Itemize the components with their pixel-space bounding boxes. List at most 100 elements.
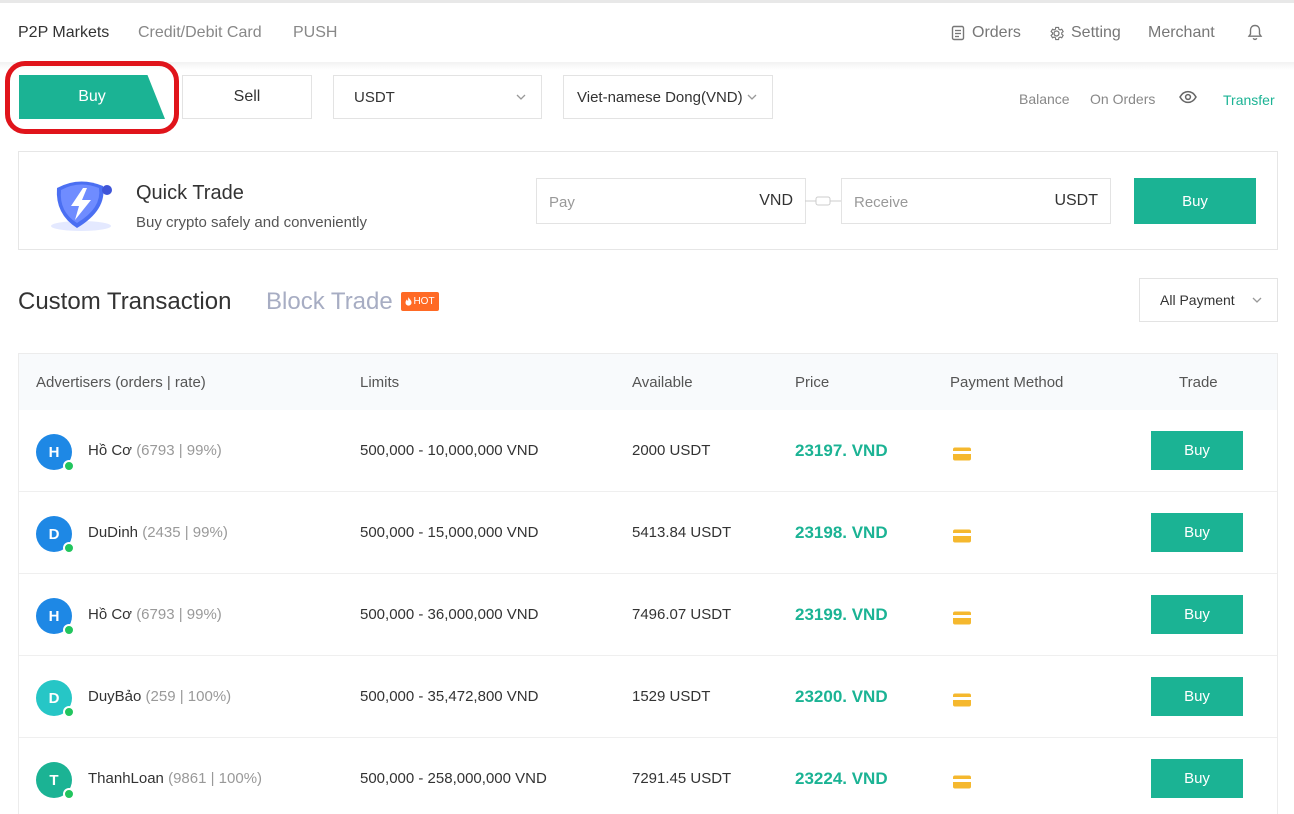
online-status-dot xyxy=(63,460,75,472)
table-row: D DuyBảo (259 | 100%) 500,000 - 35,472,800… xyxy=(19,656,1277,738)
advertiser[interactable]: Hồ Cơ (6793 | 99%) xyxy=(88,606,222,623)
row-buy-button[interactable]: Buy xyxy=(1151,513,1243,552)
advertiser-stats: (9861 | 100%) xyxy=(168,770,263,787)
avatar-initial: D xyxy=(48,525,60,543)
fiat-select[interactable]: Viet-namese Dong(VND) xyxy=(563,75,773,119)
row-buy-button[interactable]: Buy xyxy=(1151,431,1243,470)
fiat-select-value: Viet-namese Dong(VND) xyxy=(577,88,743,106)
top-nav: P2P Markets Credit/Debit Card PUSH Order… xyxy=(0,0,1294,62)
receive-currency: USDT xyxy=(1054,192,1098,209)
payment-filter-select[interactable]: All Payment xyxy=(1139,278,1278,322)
advertiser[interactable]: DuDinh (2435 | 99%) xyxy=(88,524,228,541)
advertiser[interactable]: DuyBảo (259 | 100%) xyxy=(88,688,231,705)
hot-label: HOT xyxy=(413,296,435,307)
available-cell: 7496.07 USDT xyxy=(632,606,732,623)
ads-table: Advertisers (orders | rate) Limits Avail… xyxy=(18,353,1278,814)
avatar[interactable]: D xyxy=(36,516,75,554)
setting-link[interactable]: Setting xyxy=(1048,24,1121,42)
flame-icon xyxy=(405,297,412,306)
avatar[interactable]: H xyxy=(36,434,75,472)
payment-filter-value: All Payment xyxy=(1160,292,1235,308)
quick-trade-title: Quick Trade xyxy=(136,182,244,204)
advertiser-name[interactable]: DuyBảo xyxy=(88,688,141,705)
quick-trade-buy-button[interactable]: Buy xyxy=(1134,178,1256,224)
advertiser-name[interactable]: ThanhLoan xyxy=(88,770,164,787)
price-cell: 23197. VND xyxy=(795,441,888,460)
pay-input[interactable]: Pay VND xyxy=(536,178,806,224)
receive-placeholder: Receive xyxy=(854,194,909,211)
table-row: H Hồ Cơ (6793 | 99%) 500,000 - 36,000,000 … xyxy=(19,574,1277,656)
price-cell: 23224. VND xyxy=(795,769,888,788)
advertiser[interactable]: ThanhLoan (9861 | 100%) xyxy=(88,770,262,787)
bank-card-icon xyxy=(952,528,972,549)
available-cell: 1529 USDT xyxy=(632,688,711,705)
hot-badge: HOT xyxy=(401,292,439,311)
online-status-dot xyxy=(63,788,75,800)
tab-credit-debit-card[interactable]: Credit/Debit Card xyxy=(138,24,262,42)
online-status-dot xyxy=(63,542,75,554)
nav-shadow xyxy=(0,62,1294,70)
advertiser-name[interactable]: Hồ Cơ xyxy=(88,442,132,459)
pay-currency: VND xyxy=(759,192,793,209)
avatar-initial: T xyxy=(49,771,59,789)
col-payment-method: Payment Method xyxy=(950,374,1064,391)
shield-lightning-icon xyxy=(47,176,119,239)
orders-label: Orders xyxy=(972,24,1021,41)
bank-card-icon xyxy=(952,446,972,467)
bell-icon[interactable] xyxy=(1247,24,1263,41)
balance-label: Balance xyxy=(1019,91,1070,107)
highlight-ring xyxy=(5,61,179,134)
table-row: T ThanhLoan (9861 | 100%) 500,000 - 258,00… xyxy=(19,738,1277,814)
transfer-link[interactable]: Transfer xyxy=(1223,92,1275,108)
row-buy-button[interactable]: Buy xyxy=(1151,595,1243,634)
tab-p2p-markets[interactable]: P2P Markets xyxy=(18,24,109,42)
advertiser[interactable]: Hồ Cơ (6793 | 99%) xyxy=(88,442,222,459)
row-buy-button[interactable]: Buy xyxy=(1151,677,1243,716)
advertiser-name[interactable]: DuDinh xyxy=(88,524,138,541)
advertiser-stats: (2435 | 99%) xyxy=(142,524,228,541)
avatar[interactable]: T xyxy=(36,762,75,800)
price-cell: 23199. VND xyxy=(795,605,888,624)
avatar[interactable]: H xyxy=(36,598,75,636)
row-buy-button[interactable]: Buy xyxy=(1151,759,1243,798)
block-trade-tab[interactable]: Block Trade xyxy=(266,288,393,316)
chevron-down-icon xyxy=(515,90,527,107)
limits-cell: 500,000 - 36,000,000 VND xyxy=(360,606,539,623)
gear-icon xyxy=(1048,25,1065,42)
quick-trade-card: Quick Trade Buy crypto safely and conven… xyxy=(18,151,1278,250)
on-orders-label: On Orders xyxy=(1090,91,1156,107)
crypto-select-value: USDT xyxy=(354,88,395,106)
quick-trade-subtitle: Buy crypto safely and conveniently xyxy=(136,214,367,231)
avatar[interactable]: D xyxy=(36,680,75,718)
limits-cell: 500,000 - 15,000,000 VND xyxy=(360,524,539,541)
available-cell: 5413.84 USDT xyxy=(632,524,732,541)
limits-cell: 500,000 - 258,000,000 VND xyxy=(360,770,547,787)
custom-transaction-title[interactable]: Custom Transaction xyxy=(18,288,231,316)
limits-cell: 500,000 - 10,000,000 VND xyxy=(360,442,539,459)
bank-card-icon xyxy=(952,774,972,795)
receive-input[interactable]: Receive USDT xyxy=(841,178,1111,224)
col-advertisers: Advertisers (orders | rate) xyxy=(36,374,206,391)
orders-icon xyxy=(950,25,966,41)
orders-link[interactable]: Orders xyxy=(950,24,1021,42)
bank-card-icon xyxy=(952,610,972,631)
link-icon xyxy=(805,194,841,208)
col-price: Price xyxy=(795,374,830,391)
advertiser-stats: (6793 | 99%) xyxy=(136,442,222,459)
bank-card-icon xyxy=(952,692,972,713)
tab-push[interactable]: PUSH xyxy=(293,24,337,42)
table-row: D DuDinh (2435 | 99%) 500,000 - 15,000,000… xyxy=(19,492,1277,574)
chevron-down-icon xyxy=(746,90,758,107)
available-cell: 7291.45 USDT xyxy=(632,770,732,787)
advertiser-stats: (6793 | 99%) xyxy=(136,606,222,623)
col-available: Available xyxy=(632,374,693,391)
crypto-select[interactable]: USDT xyxy=(333,75,542,119)
sell-tab[interactable]: Sell xyxy=(182,75,312,119)
pay-placeholder: Pay xyxy=(549,194,575,211)
eye-icon[interactable] xyxy=(1179,90,1197,107)
table-header: Advertisers (orders | rate) Limits Avail… xyxy=(19,354,1277,410)
merchant-link[interactable]: Merchant xyxy=(1148,24,1215,42)
price-cell: 23198. VND xyxy=(795,523,888,542)
advertiser-name[interactable]: Hồ Cơ xyxy=(88,606,132,623)
chevron-down-icon xyxy=(1251,293,1263,309)
